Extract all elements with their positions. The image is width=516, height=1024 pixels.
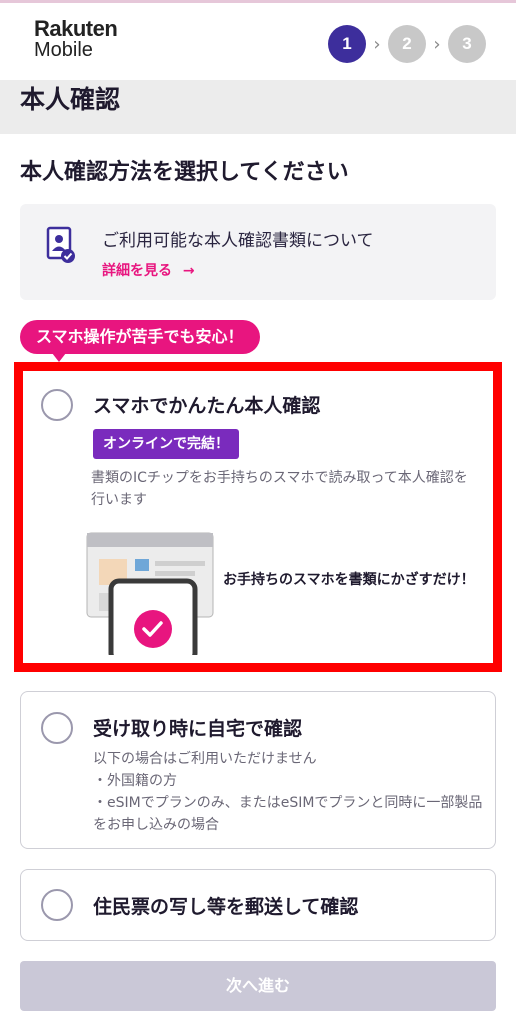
step-1: 1 bbox=[328, 25, 366, 63]
details-link[interactable]: 詳細を見る → bbox=[102, 260, 195, 280]
logo-line-2: Mobile bbox=[34, 39, 93, 62]
radio-home-delivery-verification[interactable] bbox=[41, 712, 73, 744]
option-mail-verification[interactable]: 住民票の写し等を郵送して確認 bbox=[20, 869, 496, 941]
rakuten-mobile-logo[interactable]: Rakuten Mobile bbox=[34, 16, 118, 62]
description-line: 以下の場合はご利用いただけません bbox=[93, 751, 317, 767]
phone-over-id-card-illustration bbox=[86, 532, 214, 655]
step-2: 2 bbox=[388, 25, 426, 63]
option-title: スマホでかんたん本人確認 bbox=[93, 395, 321, 417]
top-bar: Rakuten Mobile 1 › 2 › 3 bbox=[0, 0, 516, 80]
option-title: 受け取り時に自宅で確認 bbox=[93, 718, 303, 740]
section-title: 本人確認方法を選択してください bbox=[20, 160, 349, 185]
next-button[interactable]: 次へ進む bbox=[20, 961, 496, 1011]
option-description: 以下の場合はご利用いただけません ・外国籍の方 ・eSIMでプランのみ、またはe… bbox=[93, 748, 483, 836]
logo-line-1: Rakuten bbox=[34, 16, 118, 41]
radio-smartphone-verification[interactable] bbox=[41, 389, 73, 421]
page-header: 本人確認 bbox=[0, 80, 516, 134]
online-badge: オンラインで完結！ bbox=[93, 429, 239, 459]
option-description: 書類のICチップをお手持ちのスマホで読み取って本人確認を行います bbox=[91, 470, 468, 508]
description-line: ・eSIMでプランのみ、またはeSIMでプランと同時に一部製品をお申し込みの場合 bbox=[93, 795, 483, 833]
document-info-text: ご利用可能な本人確認書類について bbox=[102, 231, 374, 251]
chevron-right-icon: › bbox=[433, 33, 441, 55]
id-document-check-icon bbox=[46, 226, 75, 263]
arrow-right-icon: → bbox=[182, 263, 195, 279]
option-title: 住民票の写し等を郵送して確認 bbox=[93, 896, 359, 918]
option-smartphone-verification[interactable]: スマホでかんたん本人確認 オンラインで完結！ 書類のICチップをお手持ちのスマホ… bbox=[14, 362, 502, 672]
step-indicator: 1 › 2 › 3 bbox=[328, 25, 486, 63]
document-info-box[interactable]: ご利用可能な本人確認書類について 詳細を見る → bbox=[20, 204, 496, 300]
radio-mail-verification[interactable] bbox=[41, 889, 73, 921]
reassurance-bubble: スマホ操作が苦手でも安心！ bbox=[20, 320, 260, 362]
option-home-delivery-verification[interactable]: 受け取り時に自宅で確認 以下の場合はご利用いただけません ・外国籍の方 ・eSI… bbox=[20, 691, 496, 849]
illustration-caption: お手持ちのスマホを書類にかざすだけ！ bbox=[223, 572, 475, 588]
step-3: 3 bbox=[448, 25, 486, 63]
chevron-right-icon: › bbox=[373, 33, 381, 55]
page-title: 本人確認 bbox=[20, 85, 121, 114]
details-link-label: 詳細を見る bbox=[102, 263, 172, 279]
description-line: ・外国籍の方 bbox=[93, 773, 177, 789]
